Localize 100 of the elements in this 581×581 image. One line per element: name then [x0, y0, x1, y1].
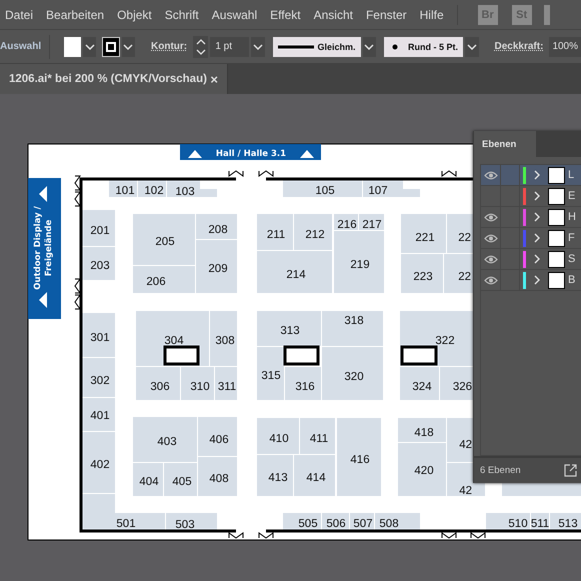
booth: 212: [294, 214, 332, 250]
chevron-right-icon[interactable]: [534, 170, 540, 180]
booth: 506: [322, 513, 349, 531]
door-icon: [258, 532, 274, 539]
booth: 511: [530, 513, 550, 531]
opacity-field[interactable]: 100%: [549, 36, 581, 56]
booth: 406: [198, 417, 237, 456]
dropdown-button[interactable]: [465, 36, 479, 56]
booth: 513: [550, 513, 581, 531]
booth: 102: [138, 180, 166, 197]
layer-name[interactable]: L: [568, 169, 574, 181]
opacity-label[interactable]: Deckkraft:: [494, 41, 544, 52]
chevron-right-icon[interactable]: [534, 191, 540, 201]
booth: 320: [322, 347, 383, 400]
export-icon[interactable]: [564, 464, 577, 477]
menu-item[interactable]: Schrift: [164, 8, 199, 22]
eye-icon[interactable]: [484, 276, 498, 284]
dropdown-button[interactable]: [251, 36, 265, 56]
stroke-weight-field[interactable]: 1 pt: [210, 36, 250, 56]
booth: 311: [215, 367, 237, 400]
dropdown-button[interactable]: [362, 36, 376, 56]
eye-icon[interactable]: [484, 234, 498, 242]
eye-icon[interactable]: [484, 212, 498, 222]
booth: 403: [133, 417, 197, 462]
booth: 405: [164, 463, 197, 496]
chevron-right-icon[interactable]: [534, 233, 540, 243]
stroke-swatch[interactable]: [102, 36, 120, 56]
menu-item[interactable]: Objekt: [117, 8, 152, 22]
eye-icon[interactable]: [484, 254, 498, 264]
layer-name[interactable]: B: [568, 274, 576, 286]
document-tab[interactable]: 1206.ai* bei 200 % (CMYK/Vorschau) ×: [0, 64, 228, 94]
booth: 418: [398, 418, 446, 442]
brush-field[interactable]: Rund - 5 Pt.: [384, 36, 464, 56]
booth: 315: [257, 347, 284, 400]
menu-item[interactable]: Auswahl: [212, 8, 258, 22]
dropdown-button[interactable]: [82, 36, 96, 56]
booth: 211: [257, 214, 293, 250]
menu-item[interactable]: Datei: [5, 8, 34, 22]
booth: 326: [440, 367, 473, 400]
layer-thumbnail: [548, 230, 565, 246]
eye-icon[interactable]: [484, 170, 498, 180]
booth: 411: [300, 418, 335, 454]
booth: 401: [82, 398, 115, 431]
layer-name[interactable]: H: [568, 211, 576, 223]
layer-row[interactable]: B: [481, 270, 581, 291]
arrow-left-icon: [39, 186, 47, 202]
menu-item[interactable]: Bearbeiten: [46, 8, 104, 22]
pillar-block: [164, 346, 200, 366]
pillar-block: [400, 346, 438, 366]
door-icon: [470, 532, 486, 539]
chevron-down-icon: [84, 44, 95, 50]
menu-item[interactable]: Ansicht: [314, 8, 353, 22]
menu-item[interactable]: Effekt: [270, 8, 301, 22]
stroke-label[interactable]: Kontur:: [151, 41, 188, 52]
layer-row[interactable]: E: [481, 186, 581, 207]
booth: 206: [133, 266, 195, 293]
booth: 209: [196, 240, 237, 293]
booth: 201: [82, 210, 115, 246]
booth: 318: [322, 311, 383, 346]
layer-row[interactable]: H: [481, 207, 581, 228]
booth: 413: [257, 455, 293, 496]
booth: 219: [334, 231, 384, 293]
booth: 408: [198, 457, 237, 496]
close-button[interactable]: ×: [210, 72, 218, 86]
panel-tab[interactable]: Ebenen: [474, 131, 536, 157]
layer-name[interactable]: E: [568, 190, 576, 202]
layer-row[interactable]: S: [481, 249, 581, 270]
dropdown-button[interactable]: [122, 36, 136, 56]
chevron-right-icon[interactable]: [534, 212, 540, 222]
layer-name[interactable]: S: [568, 253, 576, 265]
fill-swatch[interactable]: [64, 36, 81, 56]
booth: 507: [350, 513, 374, 531]
chevron-right-icon[interactable]: [534, 275, 540, 285]
booth: 420: [398, 443, 446, 496]
menu-item[interactable]: Hilfe: [420, 8, 444, 22]
layer-row[interactable]: L: [481, 165, 581, 186]
booth: 214: [257, 251, 332, 293]
menu-item[interactable]: Fenster: [366, 8, 407, 22]
spinner-button[interactable]: [193, 36, 208, 58]
booth: 414: [294, 455, 335, 496]
chevron-right-icon[interactable]: [534, 254, 540, 264]
door-icon: [228, 170, 244, 177]
chevron-down-icon: [123, 44, 134, 50]
booth: 208: [196, 214, 237, 239]
booth: 217: [359, 214, 384, 231]
chevron-down-icon: [252, 44, 263, 50]
door-icon: [442, 532, 456, 539]
booth: 101: [109, 180, 137, 197]
layer-thumbnail: [548, 188, 565, 204]
booth: 324: [400, 367, 439, 400]
pillar-block: [284, 346, 320, 366]
booth: 508: [375, 513, 420, 531]
arrow-up-icon: [188, 150, 202, 158]
booth: 306: [136, 367, 180, 400]
layer-row[interactable]: F: [481, 228, 581, 249]
booth: 510: [486, 513, 530, 531]
layer-name[interactable]: F: [568, 232, 575, 244]
layer-thumbnail: [548, 250, 565, 268]
chevron-down-icon: [466, 44, 477, 50]
stroke-profile-field[interactable]: Gleichm.: [272, 36, 361, 56]
